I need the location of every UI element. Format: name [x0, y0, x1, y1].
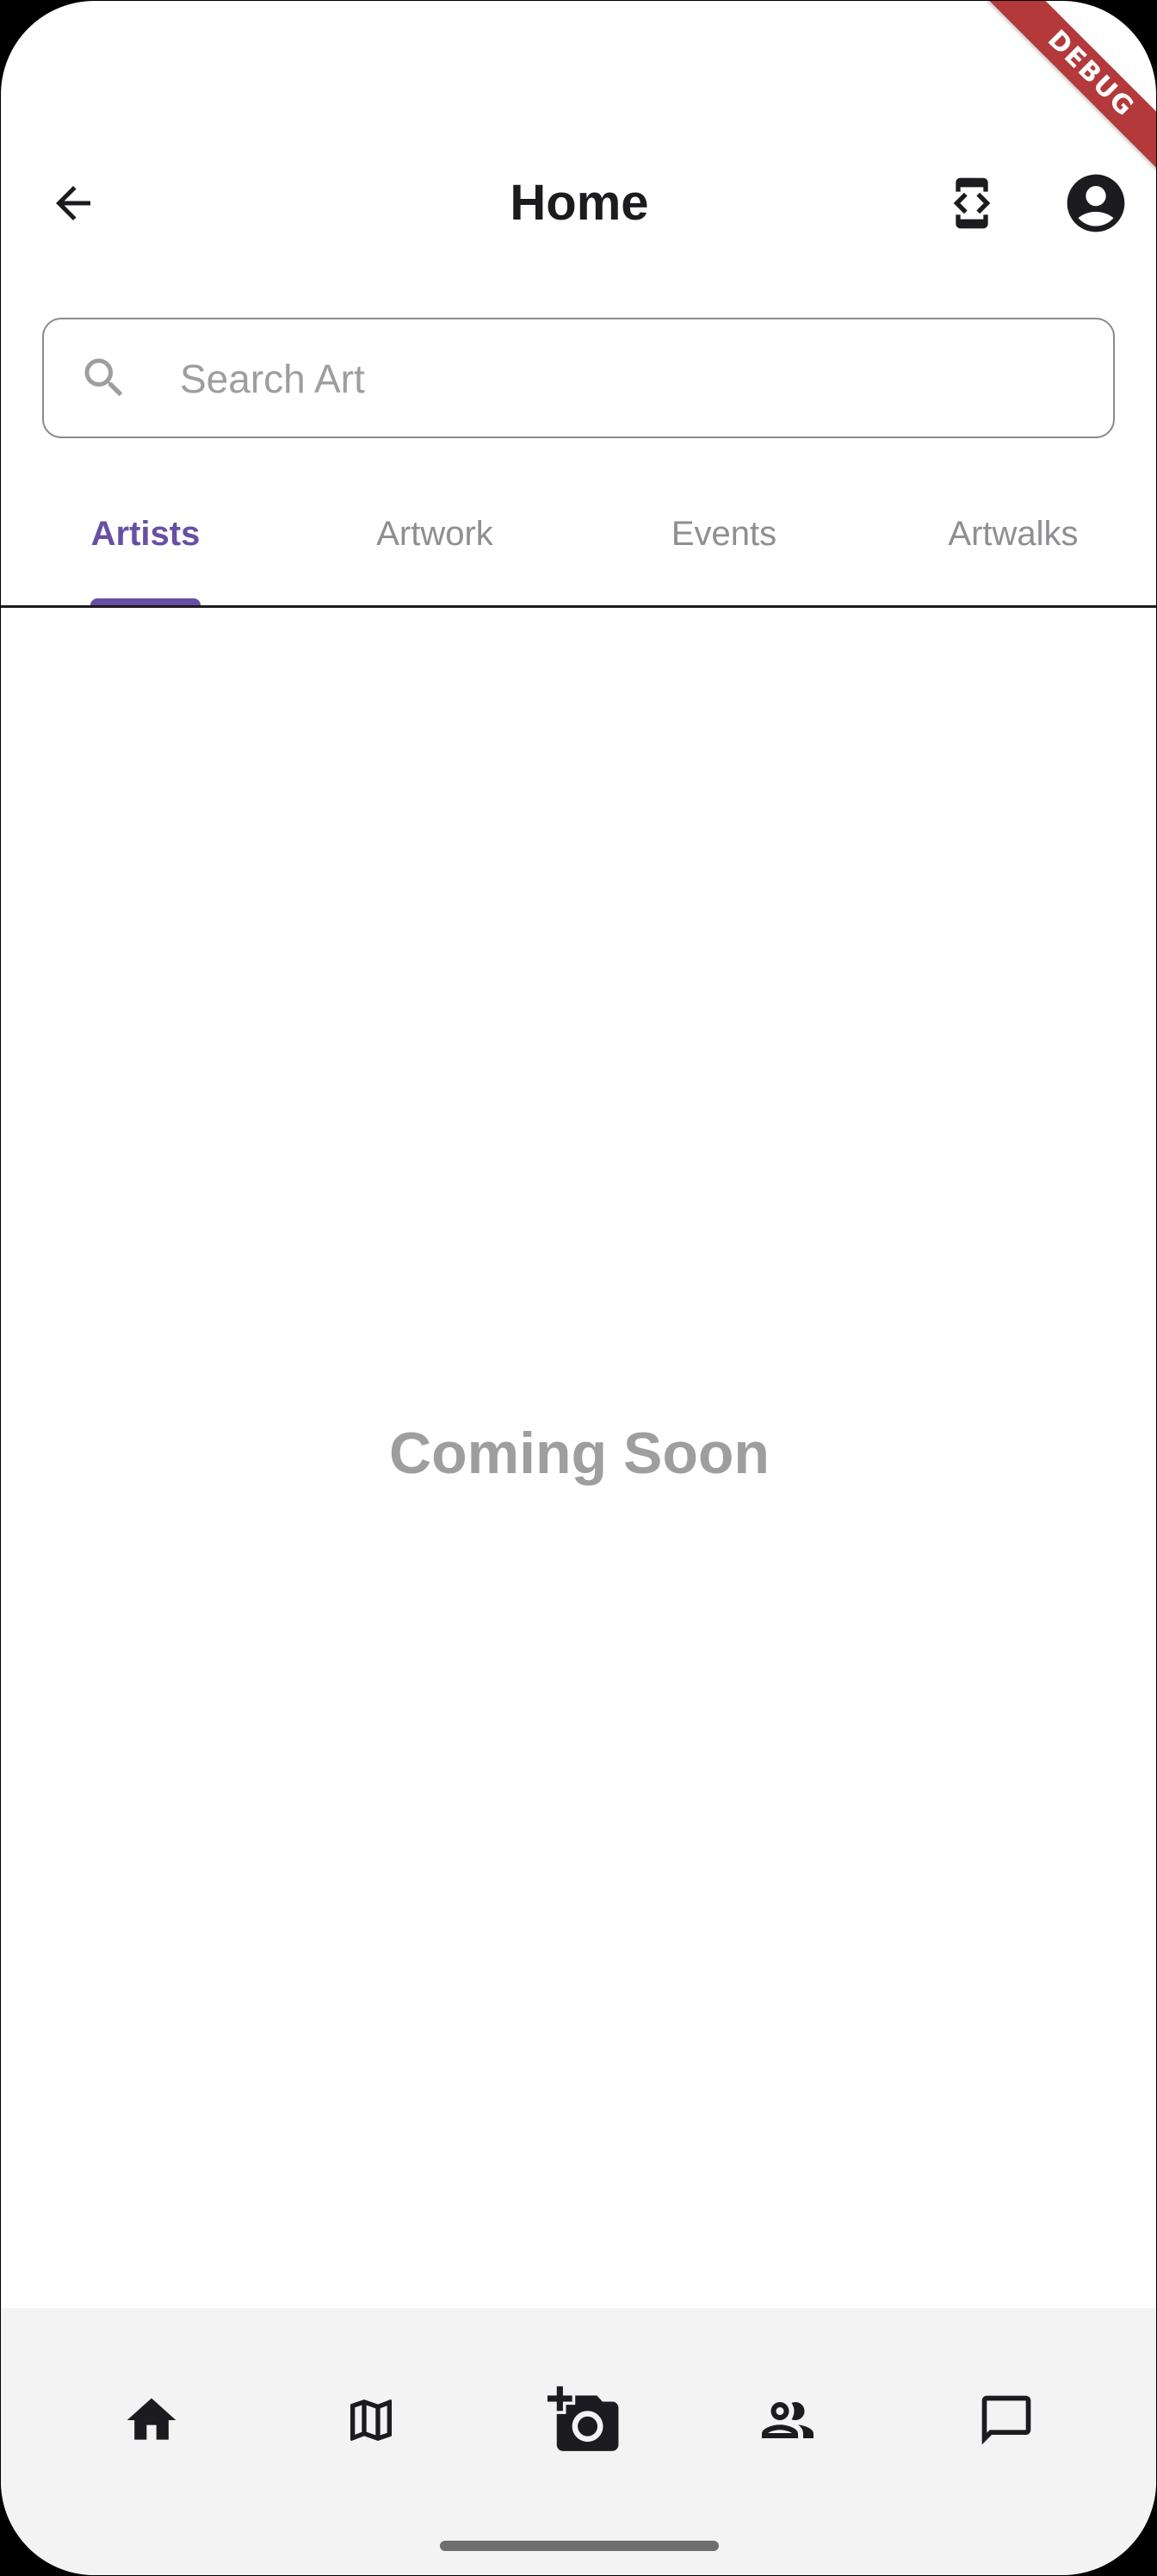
tab-label: Events: [671, 514, 777, 553]
add-a-photo-icon: [548, 2386, 619, 2451]
bottom-navigation: [1, 2308, 1156, 2575]
map-icon: [350, 2400, 392, 2441]
tab-label: Artwalks: [948, 514, 1079, 553]
search-input[interactable]: [178, 345, 1077, 412]
nav-community-button[interactable]: [736, 2369, 839, 2472]
search-icon: [84, 358, 123, 397]
people-icon: [762, 2402, 814, 2438]
home-indicator[interactable]: [440, 2541, 719, 2551]
account-circle-icon: [1067, 174, 1125, 232]
developer-mode-button[interactable]: [929, 160, 1015, 246]
nav-messages-button[interactable]: [955, 2369, 1058, 2472]
tab-label: Artwork: [376, 514, 493, 553]
app-bar: Home: [1, 147, 1156, 259]
nav-home-button[interactable]: [100, 2369, 203, 2472]
category-tabs: Artists Artwork Events Artwalks: [1, 483, 1156, 608]
developer-mode-icon: [953, 177, 991, 229]
nav-add-photo-button[interactable]: [533, 2369, 636, 2472]
tab-artists[interactable]: Artists: [1, 483, 290, 605]
tab-artwork[interactable]: Artwork: [290, 483, 579, 605]
search-field[interactable]: [42, 318, 1115, 438]
tab-events[interactable]: Events: [579, 483, 869, 605]
device-screen: DEBUG Home Artists: [0, 0, 1157, 2576]
nav-map-button[interactable]: [319, 2369, 423, 2472]
tab-label: Artists: [90, 514, 201, 553]
profile-button[interactable]: [1053, 160, 1139, 246]
coming-soon-message: Coming Soon: [389, 1421, 770, 1486]
tab-artwalks[interactable]: Artwalks: [869, 483, 1156, 605]
tab-indicator: [90, 598, 201, 605]
home-icon: [127, 2398, 176, 2440]
chat-icon: [981, 2395, 1031, 2445]
